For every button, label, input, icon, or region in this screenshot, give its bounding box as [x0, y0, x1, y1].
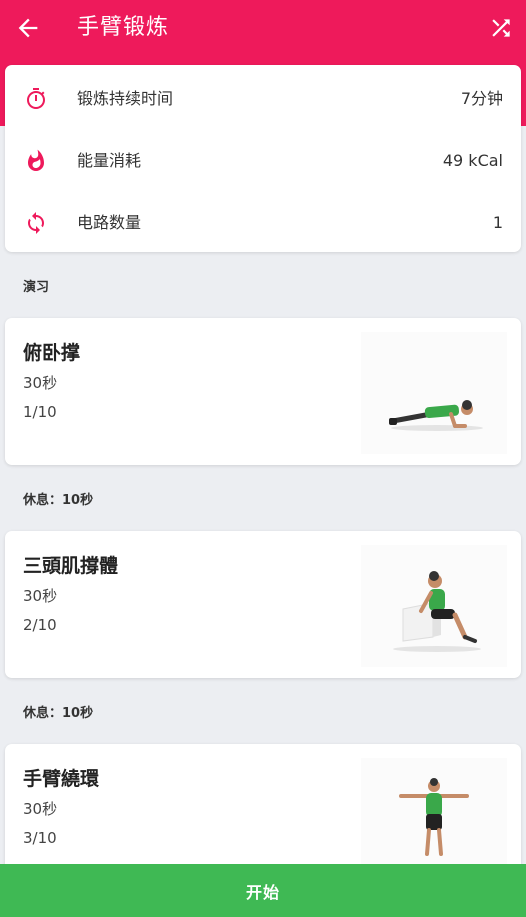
exercise-name: 三頭肌撐體 [23, 555, 119, 577]
repeat-icon [28, 212, 44, 234]
page-title: 手臂锻炼 [77, 15, 170, 40]
rest-value: 10秒 [62, 493, 94, 508]
exercise-name: 俯卧撑 [23, 342, 81, 364]
rest-label: 休息： [23, 706, 63, 721]
rest-interval: 休息：10秒 [23, 489, 93, 508]
summary-row-duration: 锻炼持续时间 7分钟 [5, 68, 521, 130]
exercise-index: 3/10 [23, 829, 57, 847]
rest-label: 休息： [23, 493, 63, 508]
back-arrow-icon[interactable] [14, 14, 42, 42]
tricep-dip-illustration [361, 545, 507, 667]
summary-row-energy: 能量消耗 49 kCal [5, 130, 521, 192]
stopwatch-icon [27, 88, 45, 109]
workout-summary-card: 锻炼持续时间 7分钟 能量消耗 49 kCal 电路数量 1 [5, 65, 521, 252]
rest-interval: 休息：10秒 [23, 702, 93, 721]
flame-icon [28, 149, 44, 171]
exercise-card[interactable]: 三頭肌撐體 30秒 2/10 [5, 531, 521, 678]
summary-label: 能量消耗 [77, 151, 142, 170]
exercise-index: 1/10 [23, 403, 57, 421]
shuffle-icon[interactable] [488, 15, 514, 41]
summary-row-circuits: 电路数量 1 [5, 192, 521, 254]
exercise-index: 2/10 [23, 616, 57, 634]
arm-circles-illustration [361, 758, 507, 880]
pushup-illustration [361, 332, 507, 454]
summary-value: 7分钟 [460, 89, 503, 108]
section-label: 演习 [23, 280, 50, 295]
summary-label: 锻炼持续时间 [77, 89, 174, 108]
exercise-duration: 30秒 [23, 800, 58, 818]
summary-value: 1 [492, 213, 503, 232]
summary-label: 电路数量 [77, 213, 142, 232]
exercise-duration: 30秒 [23, 374, 58, 392]
exercise-card[interactable]: 俯卧撑 30秒 1/10 [5, 318, 521, 465]
start-button[interactable]: 开始 [0, 864, 526, 917]
exercise-name: 手臂繞環 [23, 768, 100, 790]
exercise-duration: 30秒 [23, 587, 58, 605]
rest-value: 10秒 [62, 706, 94, 721]
summary-value: 49 kCal [442, 151, 503, 170]
